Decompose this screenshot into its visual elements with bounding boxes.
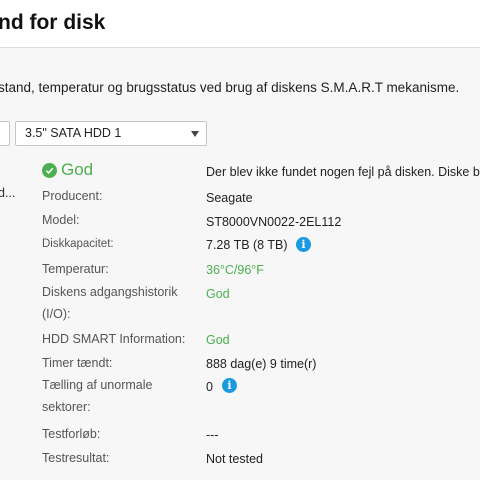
model-value: ST8000VN0022-2EL112 (206, 215, 342, 229)
page-description: stand, temperatur og brugsstatus ved bru… (0, 80, 460, 95)
page-title: nd for disk (0, 11, 106, 34)
model-label: Model: (42, 213, 80, 227)
manufacturer-value: Seagate (206, 191, 253, 205)
smart-info-value: God (206, 333, 230, 347)
access-history-label: Diskens adgangshistorik (I/O): (42, 285, 178, 321)
capacity-info-icon[interactable]: i (296, 237, 311, 252)
abnormal-sectors-info-icon[interactable]: i (222, 378, 237, 393)
test-progress-label: Testforløb: (42, 427, 101, 441)
health-status-message: Der blev ikke fundet nogen fejl på diske… (206, 165, 480, 179)
chevron-down-icon (191, 131, 199, 137)
power-on-value: 888 dag(e) 9 time(r) (206, 357, 317, 371)
location-select[interactable] (0, 121, 10, 146)
manufacturer-label: Producent: (42, 189, 103, 203)
health-status-label: God (61, 160, 94, 179)
test-result-value: Not tested (206, 452, 263, 466)
temperature-value: 36°C/96°F (206, 263, 264, 277)
capacity-label: Diskkapacitet: (42, 238, 114, 250)
test-progress-value: --- (206, 428, 219, 442)
power-on-label: Timer tændt: (42, 356, 113, 370)
disk-select-value: 3.5" SATA HDD 1 (25, 126, 122, 140)
check-circle-icon (42, 162, 57, 178)
disk-select[interactable]: 3.5" SATA HDD 1 (15, 121, 207, 146)
capacity-value: 7.28 TB (8 TB) (206, 238, 288, 252)
left-panel-truncated-text: d... (0, 186, 16, 200)
test-result-label: Testresultat: (42, 451, 110, 465)
abnormal-sectors-label: Tælling af unormale sektorer: (42, 378, 153, 414)
abnormal-sectors-value: 0 (206, 380, 213, 394)
health-status: God (42, 160, 93, 180)
page-header: nd for disk (0, 0, 480, 48)
access-history-value: God (206, 287, 230, 301)
temperature-label: Temperatur: (42, 262, 109, 276)
smart-info-label: HDD SMART Information: (42, 332, 186, 346)
